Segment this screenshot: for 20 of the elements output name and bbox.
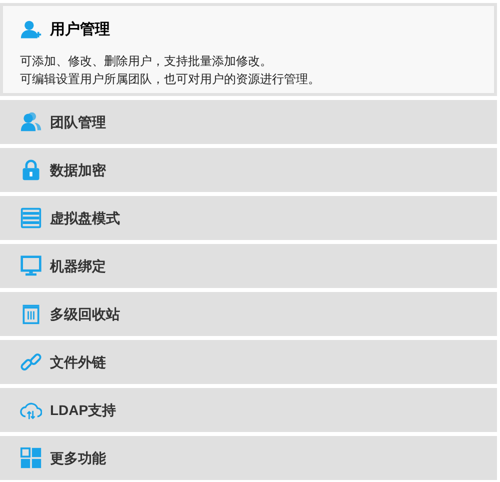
grid-icon bbox=[20, 447, 42, 469]
feature-row[interactable]: 数据加密 bbox=[0, 148, 497, 192]
trash-icon bbox=[20, 303, 42, 325]
list-icon bbox=[20, 207, 42, 229]
feature-description: 可添加、修改、删除用户，支持批量添加修改。 bbox=[20, 53, 273, 70]
feature-row[interactable]: 机器绑定 bbox=[0, 244, 497, 288]
feature-row[interactable]: 团队管理 bbox=[0, 100, 497, 144]
chain-link-icon bbox=[20, 351, 42, 373]
feature-row[interactable]: 更多功能 bbox=[0, 436, 497, 480]
feature-row[interactable]: 虚拟盘模式 bbox=[0, 196, 497, 240]
feature-row[interactable]: 多级回收站 bbox=[0, 292, 497, 336]
monitor-icon bbox=[20, 255, 42, 277]
feature-panel[interactable]: 用户管理 可添加、修改、删除用户，支持批量添加修改。 可编辑设置用户所属团队，也可对用户的资源进行管理。 bbox=[0, 3, 497, 96]
people-icon bbox=[20, 111, 42, 133]
feature-row[interactable]: LDAP支持 bbox=[0, 388, 497, 432]
person-add-icon bbox=[20, 19, 42, 41]
feature-description: 可编辑设置用户所属团队，也可对用户的资源进行管理。 bbox=[20, 71, 321, 88]
lock-icon bbox=[20, 159, 42, 181]
feature-row[interactable]: 文件外链 bbox=[0, 340, 497, 384]
feature-title: 用户管理 bbox=[50, 20, 110, 40]
